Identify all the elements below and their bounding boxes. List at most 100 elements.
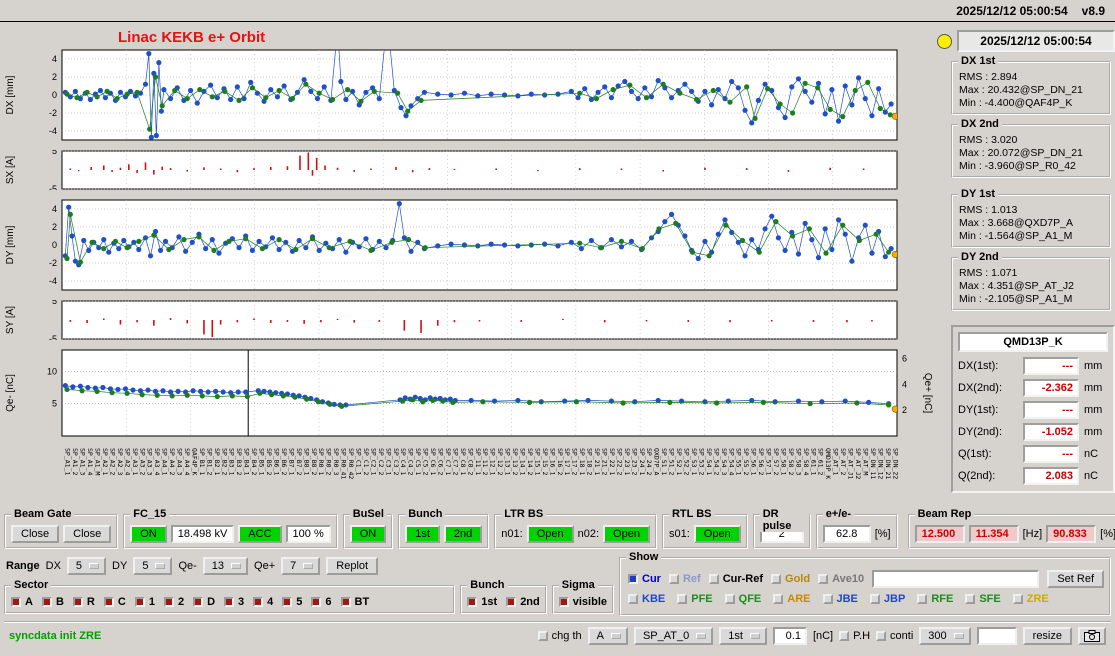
- sector-checkbox-2-indicator: [163, 597, 174, 607]
- monitor-label: SP_55_2: [742, 448, 750, 475]
- monitor-label: SP_16_1: [548, 448, 556, 475]
- aux-entry[interactable]: [976, 627, 1017, 645]
- monitor-label: SP_B4_1: [243, 448, 251, 475]
- sector-checkbox-6[interactable]: 6: [311, 596, 332, 608]
- sector-checkbox-r-indicator: [72, 597, 83, 607]
- range-qem-dropdown[interactable]: 13: [202, 557, 249, 575]
- replot-button[interactable]: Replot: [326, 557, 379, 575]
- chg-th-label: chg th: [551, 630, 582, 642]
- stat-box-dy-2nd: DY 2nd RMS : 1.071 Max : 4.351@SP_AT_J2 Min…: [951, 251, 1111, 311]
- sector-checkbox-4[interactable]: 4: [253, 596, 273, 608]
- sector-checkbox-3-label: 3: [238, 596, 245, 608]
- monitor-label: SP_A2_4: [123, 448, 131, 475]
- sx-chart: 5 -5 SX [A]: [5, 150, 898, 190]
- show-gold-checkbox[interactable]: Gold: [771, 573, 810, 585]
- bunch-2nd-button[interactable]: 2nd: [443, 525, 483, 543]
- svg-text:Qe- [nC]: Qe- [nC]: [5, 374, 16, 412]
- show-sfe-checkbox[interactable]: SFE: [965, 593, 1001, 605]
- show-qfe-checkbox[interactable]: QFE: [724, 593, 761, 605]
- resize-button[interactable]: resize: [1022, 627, 1072, 645]
- sector-frame: Sector A B R C 1 2 D 3 4 5 6 BT: [4, 579, 456, 614]
- stat-box-title: DY 1st: [958, 188, 999, 200]
- show-pfe-checkbox[interactable]: PFE: [677, 593, 713, 605]
- monitor-select-dropdown[interactable]: SP_AT_0: [633, 627, 714, 645]
- range-dy-dropdown[interactable]: 5: [133, 557, 173, 575]
- ltr-bs-open-button-2[interactable]: Open: [603, 525, 650, 543]
- beam-gate-close-button-2[interactable]: Close: [63, 525, 112, 543]
- sector-checkbox-c[interactable]: C: [103, 596, 126, 608]
- set-ref-button[interactable]: Set Ref: [1047, 570, 1104, 588]
- show-zre-checkbox[interactable]: ZRE: [1012, 593, 1049, 605]
- chg-th-checkbox[interactable]: chg th: [537, 630, 582, 642]
- sector-select-dropdown[interactable]: A: [587, 627, 628, 645]
- dropdown-indicator-icon: [155, 563, 166, 569]
- monitor-label: SP_A1_2: [71, 448, 79, 475]
- monitor-label: SP_A1_3: [79, 448, 87, 475]
- monitor-label: SP_51_2: [668, 448, 676, 475]
- bunch-select-dropdown[interactable]: 1st: [719, 627, 767, 645]
- dr-pulse-frame: DR pulse 2: [752, 508, 811, 549]
- monitor-label: SP_B2_1: [213, 448, 221, 475]
- show-rfe-checkbox[interactable]: RFE: [917, 593, 953, 605]
- fc15-legend: FC_15: [130, 508, 170, 520]
- sector-checkbox-1[interactable]: 1: [134, 596, 155, 608]
- sector-checkbox-5-indicator: [282, 597, 293, 607]
- sector-checkbox-a[interactable]: A: [11, 596, 33, 608]
- sector-checkbox-5[interactable]: 5: [282, 596, 302, 608]
- sector-checkbox-bt[interactable]: BT: [340, 596, 370, 608]
- ltr-bs-open-button-1[interactable]: Open: [526, 525, 574, 543]
- svg-text:-4: -4: [49, 276, 57, 286]
- monitor-label: SP_C3_1: [384, 448, 392, 475]
- show-cur-ref-checkbox[interactable]: Cur-Ref: [708, 573, 763, 585]
- show-are-checkbox-label: ARE: [787, 593, 811, 605]
- monitor-row-label: Q(1st):: [958, 448, 992, 460]
- monitor-row-unit: mm: [1084, 426, 1103, 438]
- ltr-bs-frame: LTR BS n01: Open n02: Open: [494, 508, 657, 549]
- beam-gate-close-button-1[interactable]: Close: [11, 525, 60, 543]
- ph-checkbox[interactable]: P.H: [839, 630, 870, 642]
- svg-text:5: 5: [52, 399, 57, 409]
- monitor-label: SP_11_1: [474, 448, 482, 475]
- show-ave10-checkbox[interactable]: Ave10: [818, 573, 864, 585]
- sector-select-value: A: [596, 630, 604, 642]
- range-dx-dropdown[interactable]: 5: [66, 557, 107, 575]
- monitor-label: SP_A3_3: [146, 448, 154, 475]
- monitor-label: SP_57_2: [772, 448, 780, 475]
- conti-checkbox[interactable]: conti: [876, 630, 913, 642]
- monitor-label: SP_23_1: [623, 448, 631, 475]
- sector-checkbox-bt-label: BT: [354, 596, 370, 608]
- sector-checkbox-d-label: D: [207, 596, 216, 608]
- rtl-bs-open-button-1[interactable]: Open: [693, 525, 741, 543]
- fc15-on-button[interactable]: ON: [130, 525, 167, 543]
- busel-legend: BuSel: [349, 508, 387, 520]
- monitor-row-value: -2.362: [1023, 379, 1079, 397]
- monitor-label: SP_AT_1: [832, 448, 840, 475]
- bunch-select-frame: Bunch 1st 2nd: [460, 579, 547, 614]
- svg-text:-2: -2: [49, 108, 57, 118]
- bunch-checkbox-2nd[interactable]: 2nd: [506, 596, 540, 608]
- sector-checkbox-d[interactable]: D: [193, 596, 215, 608]
- busel-on-button[interactable]: ON: [349, 525, 387, 543]
- svg-text:2: 2: [52, 222, 57, 232]
- show-cur-checkbox[interactable]: Cur: [628, 573, 661, 585]
- show-ref-checkbox[interactable]: Ref: [668, 573, 701, 585]
- interval-dropdown[interactable]: 300: [919, 627, 971, 645]
- sector-checkbox-r[interactable]: R: [72, 596, 95, 608]
- fc15-acc-button[interactable]: ACC: [238, 525, 282, 543]
- range-qep-dropdown[interactable]: 7: [281, 557, 321, 575]
- sigma-visible-checkbox[interactable]: visible: [558, 596, 607, 608]
- bunch-checkbox-1st[interactable]: 1st: [467, 596, 497, 608]
- bunch-1st-button[interactable]: 1st: [405, 525, 440, 543]
- sector-checkbox-3[interactable]: 3: [224, 596, 244, 608]
- sector-checkbox-2[interactable]: 2: [163, 596, 184, 608]
- dx-chart: 4 2 0 -2 -4 DX [mm]: [5, 49, 898, 141]
- sector-checkbox-b[interactable]: B: [41, 596, 64, 608]
- snapshot-button[interactable]: [1078, 627, 1106, 645]
- show-kbe-checkbox[interactable]: KBE: [628, 593, 665, 605]
- ref-entry[interactable]: [872, 570, 1040, 588]
- threshold-input[interactable]: [772, 627, 807, 645]
- show-jbe-checkbox[interactable]: JBE: [822, 593, 858, 605]
- show-jbp-checkbox[interactable]: JBP: [869, 593, 905, 605]
- show-are-checkbox[interactable]: ARE: [773, 593, 811, 605]
- monitor-label: SP_A3_2: [138, 448, 146, 475]
